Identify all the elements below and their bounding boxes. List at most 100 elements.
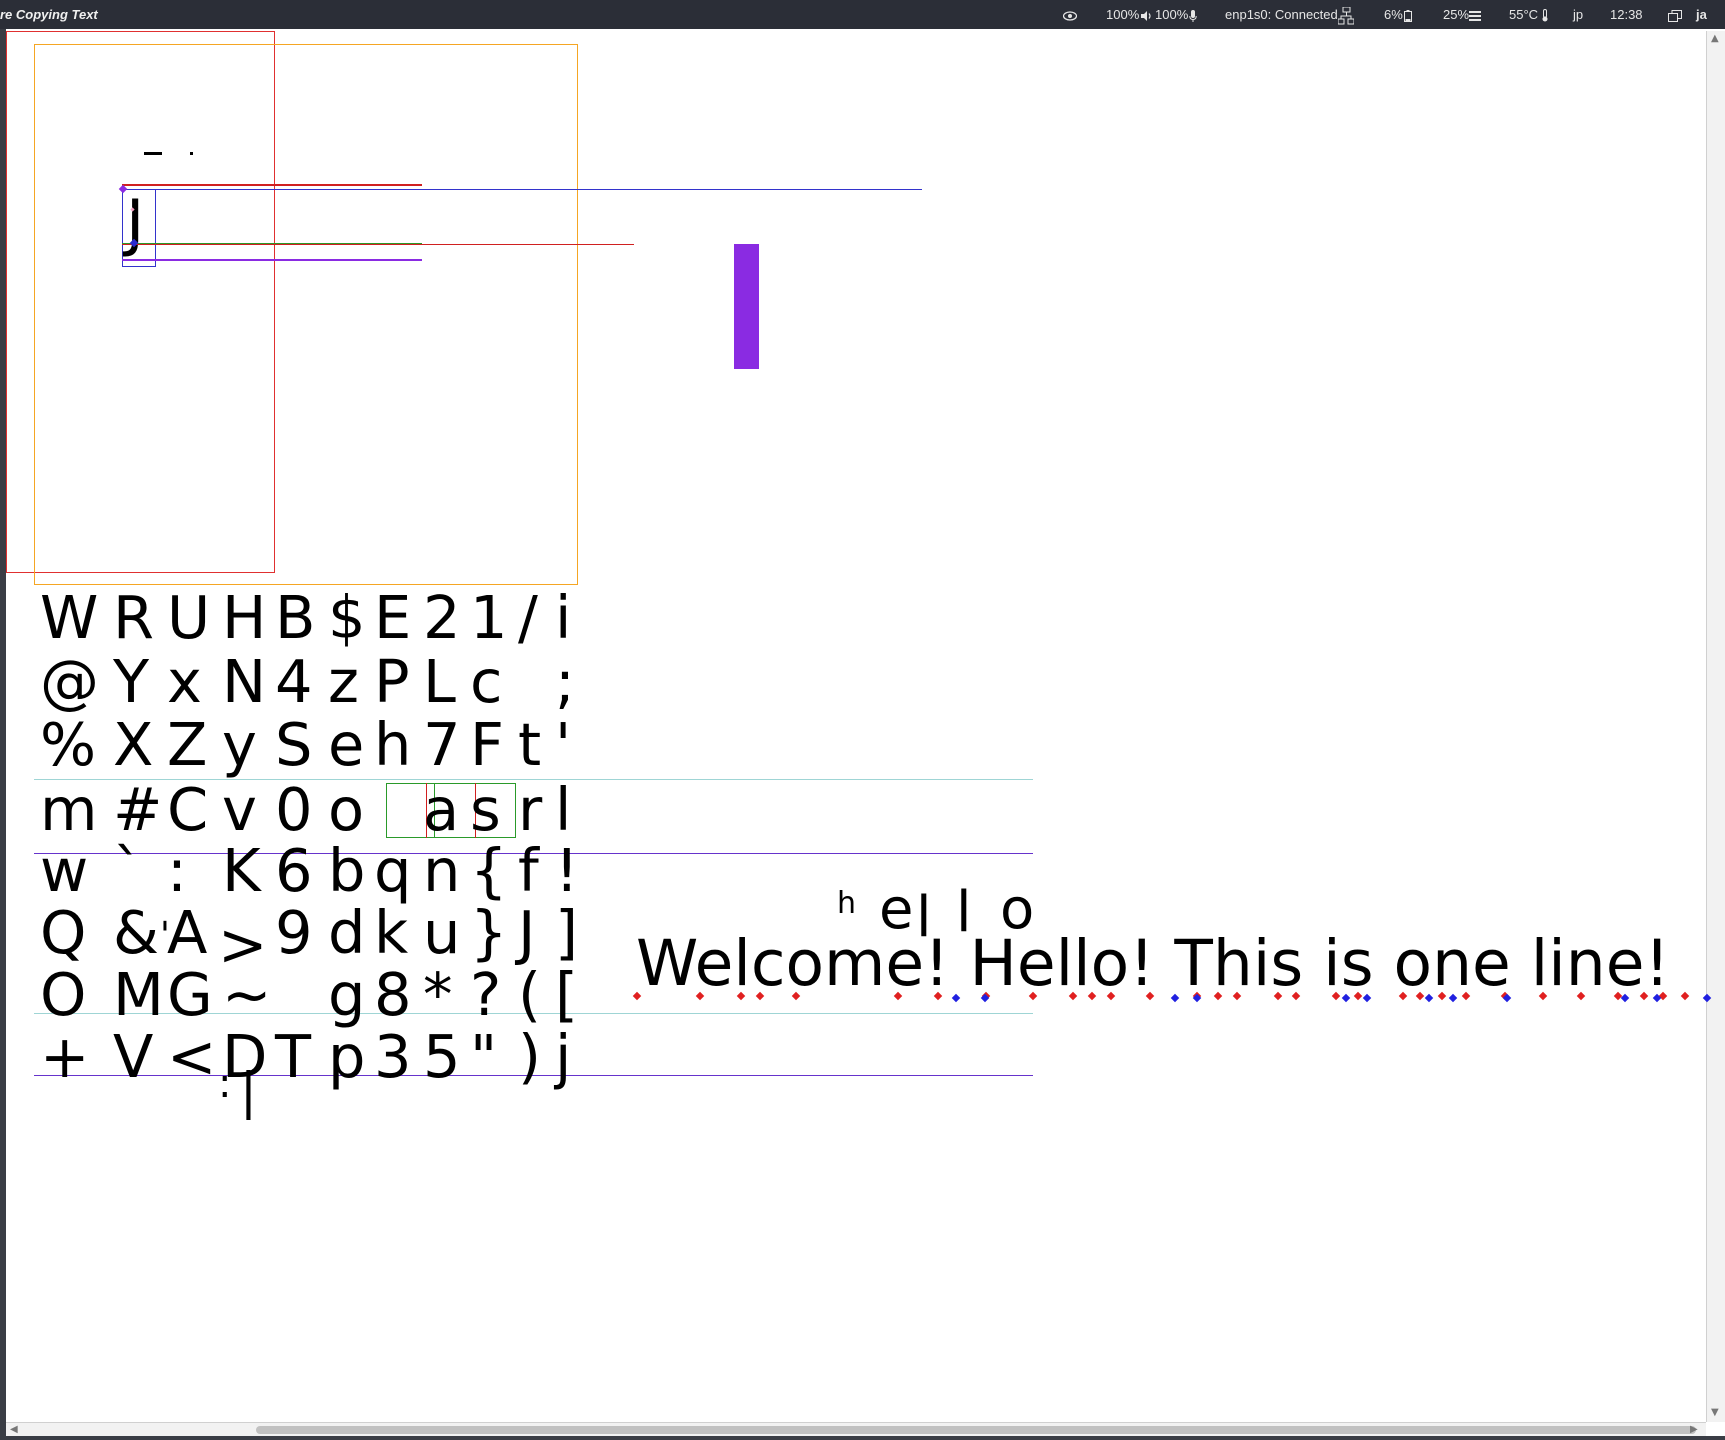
- sentence-text: Welcome! Hello! This is one line!: [636, 927, 1670, 1000]
- grid-glyph: ": [470, 1022, 498, 1091]
- grid-glyph: M: [113, 960, 164, 1029]
- spaced-letter: h: [837, 886, 857, 921]
- grid-glyph: n: [423, 836, 461, 905]
- scroll-left-icon[interactable]: ◀: [10, 1424, 18, 1435]
- grid-glyph: 2: [423, 583, 461, 652]
- window-title: re Copying Text: [0, 7, 98, 22]
- grid-glyph: L: [423, 647, 456, 716]
- scroll-right-icon[interactable]: ▶: [1690, 1424, 1698, 1435]
- grid-glyph: 4: [275, 647, 313, 716]
- extra-glyph: |: [240, 1062, 257, 1120]
- grid-glyph: s: [470, 775, 501, 844]
- grid-glyph: {: [470, 836, 508, 905]
- grid-glyph: R: [113, 583, 154, 652]
- grid-glyph: h: [374, 710, 412, 779]
- window-border-bottom: [0, 1436, 1725, 1440]
- clock[interactable]: 12:38: [1610, 7, 1643, 22]
- baseline-red-line: [122, 244, 634, 245]
- network-icon[interactable]: [1338, 7, 1354, 25]
- network-status[interactable]: enp1s0: Connected: [1225, 7, 1338, 22]
- grid-glyph: Z: [167, 710, 208, 779]
- grid-glyph: U: [167, 583, 211, 652]
- grid-glyph: &: [113, 898, 160, 967]
- grid-glyph: b: [328, 836, 366, 905]
- grid-glyph: (: [518, 960, 542, 1029]
- extra-glyph: >: [218, 910, 268, 979]
- grid-glyph: f: [518, 836, 539, 905]
- grid-glyph: W: [40, 583, 99, 652]
- grid-glyph: Q: [40, 898, 87, 967]
- grid-glyph: 1: [470, 583, 508, 652]
- cap-height-line: [122, 189, 922, 190]
- scroll-down-icon[interactable]: ▼: [1711, 1407, 1719, 1418]
- keyboard-layout[interactable]: jp: [1573, 7, 1583, 22]
- grid-glyph: d: [328, 898, 366, 967]
- grid-glyph: <: [167, 1022, 217, 1091]
- grid-glyph: V: [113, 1022, 154, 1091]
- top-status-bar: re Copying Text 100% 100% enp1s0: Connec…: [0, 0, 1725, 29]
- grid-glyph: ?: [470, 960, 502, 1029]
- grid-glyph: B: [275, 583, 316, 652]
- horizontal-scrollbar[interactable]: ◀ ▶: [6, 1422, 1706, 1437]
- scroll-up-icon[interactable]: ▲: [1711, 33, 1719, 44]
- grid-glyph: $: [328, 583, 366, 652]
- grid-glyph: r: [518, 775, 543, 844]
- dash-mark: [144, 152, 162, 155]
- battery-icon[interactable]: [1404, 7, 1412, 22]
- descender-line: [122, 259, 422, 261]
- horizontal-scroll-thumb[interactable]: [256, 1426, 1696, 1434]
- battery-value[interactable]: 6%: [1384, 7, 1403, 22]
- grid-glyph: N: [222, 647, 267, 716]
- dot-mark: [190, 152, 193, 155]
- grid-glyph: T: [275, 1022, 312, 1091]
- vertical-scrollbar[interactable]: ▲ ▼: [1706, 31, 1725, 1422]
- grid-glyph: ': [555, 710, 572, 779]
- grid-glyph: Y: [113, 647, 150, 716]
- grid-glyph: X: [113, 710, 154, 779]
- cpu-bars-icon[interactable]: [1469, 7, 1481, 22]
- grid-glyph: E: [374, 583, 412, 652]
- grid-glyph: v: [222, 775, 257, 844]
- grid-glyph: C: [167, 775, 209, 844]
- grid-glyph: H: [222, 583, 267, 652]
- window-switch-icon[interactable]: [1668, 7, 1682, 22]
- microphone-icon[interactable]: [1189, 7, 1197, 22]
- grid-glyph: #: [113, 775, 163, 844]
- eye-icon[interactable]: [1063, 7, 1077, 22]
- grid-glyph: m: [40, 775, 98, 844]
- grid-glyph: *: [423, 960, 453, 1029]
- grid-glyph: q: [374, 836, 412, 905]
- grid-glyph: j: [555, 1022, 572, 1091]
- grid-glyph: c: [470, 647, 503, 716]
- grid-glyph: G: [167, 960, 213, 1029]
- grid-glyph: l: [555, 775, 572, 844]
- grid-glyph: 7: [423, 710, 461, 779]
- input-method[interactable]: ja: [1696, 7, 1707, 22]
- cpu-value[interactable]: 25%: [1443, 7, 1469, 22]
- grid-glyph: 0: [275, 775, 313, 844]
- grid-glyph: F: [470, 710, 504, 779]
- grid-glyph: y: [222, 710, 257, 779]
- grid-glyph: }: [470, 898, 508, 967]
- grid-glyph: k: [374, 898, 409, 967]
- thermometer-icon[interactable]: [1541, 7, 1549, 22]
- grid-glyph: `: [113, 836, 143, 905]
- brightness-value[interactable]: 100%: [1106, 7, 1139, 22]
- grid-glyph: 6: [275, 836, 313, 905]
- grid-glyph: 9: [275, 898, 313, 967]
- grid-glyph: A: [167, 898, 208, 967]
- extra-glyph: ': [160, 915, 170, 956]
- text-cursor-bar: [734, 244, 759, 369]
- glyph-marker-red: [1680, 991, 1690, 1001]
- grid-glyph: 5: [423, 1022, 461, 1091]
- ascender-line: [122, 184, 422, 186]
- grid-glyph: u: [423, 898, 461, 967]
- volume-value[interactable]: 100%: [1155, 7, 1188, 22]
- volume-icon[interactable]: [1140, 7, 1152, 22]
- grid-glyph: a: [423, 775, 460, 844]
- grid-glyph: !: [555, 836, 579, 905]
- grid-glyph: P: [374, 647, 410, 716]
- grid-glyph: @: [40, 647, 99, 716]
- temperature-value[interactable]: 55°C: [1509, 7, 1538, 22]
- grid-glyph: x: [167, 647, 202, 716]
